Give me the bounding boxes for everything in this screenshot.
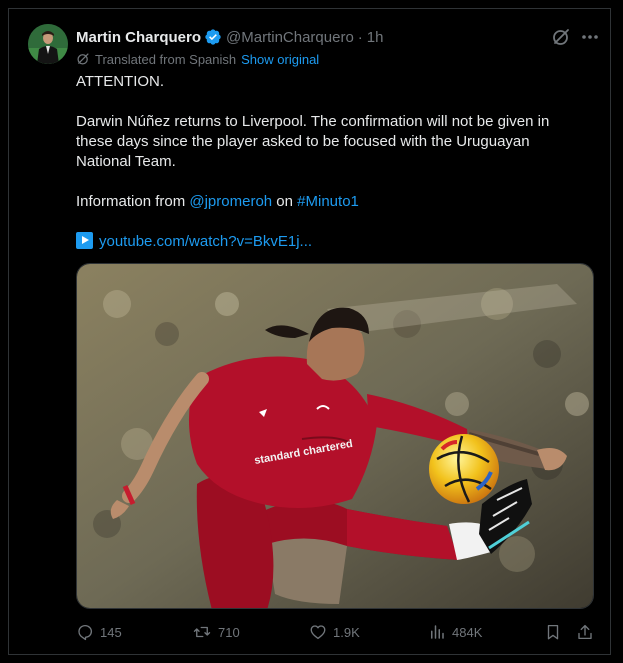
hashtag-link[interactable]: #Minuto1: [297, 193, 359, 210]
frame-right-border: [610, 8, 611, 655]
like-count: 1.9K: [333, 624, 360, 640]
translated-label: Translated from Spanish: [95, 51, 237, 67]
text-line: ATTENTION.: [76, 73, 165, 90]
video-link-line: youtube.com/watch?v=BkvE1j...: [76, 232, 596, 252]
video-play-icon: [76, 232, 93, 249]
action-bar: 145 710 1.9K 484K: [76, 622, 601, 642]
translate-icon: [77, 53, 89, 65]
bookmark-icon: [547, 624, 559, 640]
author-name[interactable]: Martin Charquero: [76, 29, 201, 46]
info-mid: on: [272, 193, 298, 210]
text-line: National Team.: [76, 153, 176, 170]
mention-link[interactable]: @jpromeroh: [189, 193, 272, 210]
frame-bottom-border: [8, 654, 611, 655]
share-icon: [578, 624, 592, 640]
reply-icon: [78, 624, 93, 641]
views-icon: [431, 625, 444, 639]
reply-count: 145: [100, 624, 122, 640]
retweet-button[interactable]: 710: [192, 622, 240, 642]
more-icon[interactable]: [579, 26, 601, 48]
info-prefix: Information from: [76, 193, 190, 210]
share-button[interactable]: [576, 622, 600, 642]
tweet[interactable]: Martin Charquero @MartinCharquero · 1h T…: [24, 18, 601, 648]
show-original-link[interactable]: Show original: [241, 52, 319, 67]
frame-left-border: [8, 8, 9, 655]
author-handle[interactable]: @MartinCharquero: [226, 29, 354, 46]
verified-badge-icon: [205, 29, 221, 45]
reply-button[interactable]: 145: [76, 622, 122, 642]
tweet-header: Martin Charquero @MartinCharquero · 1h: [76, 26, 601, 48]
player-photo: standard chartered: [77, 264, 593, 608]
bookmark-button[interactable]: [544, 622, 568, 642]
tweet-media[interactable]: standard chartered: [76, 263, 594, 609]
text-line: Darwin Núñez returns to Liverpool. The c…: [76, 113, 550, 130]
text-line: these days since the player asked to be …: [76, 133, 530, 150]
like-button[interactable]: 1.9K: [309, 622, 360, 642]
retweet-icon: [193, 626, 211, 638]
avatar-image: [28, 24, 68, 64]
retweet-count: 710: [218, 624, 240, 640]
heart-icon: [310, 625, 326, 640]
frame-top-border: [8, 8, 611, 9]
info-line: Information from @jpromeroh on #Minuto1: [76, 192, 596, 212]
youtube-link[interactable]: youtube.com/watch?v=BkvE1j...: [99, 233, 312, 250]
view-count: 484K: [452, 624, 483, 640]
tweet-time[interactable]: 1h: [367, 29, 384, 46]
views-button[interactable]: 484K: [428, 622, 482, 642]
translation-note: Translated from Spanish Show original: [76, 50, 319, 68]
grok-icon[interactable]: [551, 27, 571, 47]
tweet-text: ATTENTION. Darwin Núñez returns to Liver…: [76, 72, 596, 252]
separator-dot: ·: [357, 28, 363, 46]
avatar[interactable]: [28, 24, 68, 64]
